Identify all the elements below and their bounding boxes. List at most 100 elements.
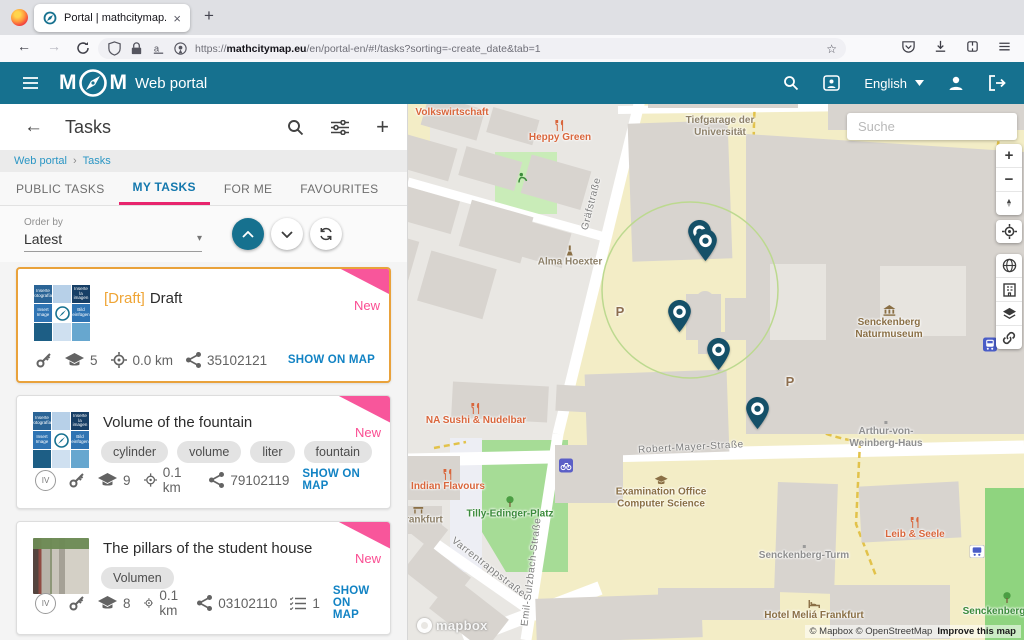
language-select[interactable]: English bbox=[864, 76, 924, 91]
tag: fountain bbox=[304, 441, 372, 463]
order-by-label: Order by bbox=[24, 217, 202, 228]
dropdown-caret-icon: ▾ bbox=[197, 233, 202, 244]
breadcrumb-current-link[interactable]: Tasks bbox=[83, 155, 111, 167]
shield-icon[interactable] bbox=[107, 41, 122, 56]
location-permission-icon[interactable] bbox=[173, 41, 188, 56]
layers-icon[interactable] bbox=[996, 301, 1022, 325]
share-icon bbox=[186, 352, 201, 368]
tab-close-icon[interactable]: × bbox=[173, 12, 181, 25]
url-bar[interactable]: a https://mathcitymap.eu/en/portal-en/#!… bbox=[98, 38, 846, 59]
order-by-select[interactable]: Order by Latest ▾ bbox=[24, 217, 202, 252]
browser-actions bbox=[901, 39, 1012, 54]
tab-my-tasks[interactable]: MY TASKS bbox=[119, 172, 210, 205]
link-icon[interactable] bbox=[996, 325, 1022, 349]
url-text[interactable]: https://mathcitymap.eu/en/portal-en/#!/t… bbox=[195, 43, 541, 55]
menu-icon[interactable] bbox=[997, 39, 1012, 54]
logo-letter: M bbox=[110, 71, 127, 95]
tab-for-me[interactable]: FOR ME bbox=[210, 172, 286, 205]
map-attribution: © Mapbox © OpenStreetMap Improve this ma… bbox=[805, 625, 1021, 638]
task-code: 03102110 bbox=[218, 596, 277, 611]
distance-value: 0.0 km bbox=[133, 353, 174, 368]
tag: volume bbox=[177, 441, 241, 463]
compass-icon bbox=[78, 68, 108, 98]
search-icon[interactable] bbox=[287, 119, 304, 136]
tilt-button[interactable]: ▲▼ bbox=[996, 191, 1022, 215]
sort-ascending-button[interactable] bbox=[232, 218, 264, 250]
mapbox-logo[interactable]: mapbox bbox=[417, 618, 488, 633]
firefox-icon[interactable] bbox=[11, 9, 28, 26]
show-on-map-link[interactable]: SHOW ON MAP bbox=[288, 354, 375, 366]
building-icon[interactable] bbox=[996, 277, 1022, 301]
filter-sliders-icon[interactable] bbox=[331, 120, 349, 135]
sort-row: Order by Latest ▾ bbox=[0, 206, 407, 262]
search-icon[interactable] bbox=[783, 75, 799, 91]
translate-icon[interactable]: a bbox=[151, 41, 166, 56]
map-pin[interactable] bbox=[745, 396, 770, 430]
task-card[interactable]: New Inserte Fotografías Inserte la image… bbox=[16, 395, 391, 509]
new-badge: New bbox=[354, 298, 380, 313]
improve-map-link[interactable]: Improve this map bbox=[937, 626, 1016, 637]
task-card[interactable]: New Inserte Fotografías Inserte la image… bbox=[16, 267, 391, 383]
locate-icon[interactable] bbox=[996, 220, 1022, 243]
grade-value: 5 bbox=[90, 353, 98, 368]
task-thumbnail: Inserte Fotografías Inserte la imagen In… bbox=[34, 285, 90, 341]
map-layer-controls bbox=[996, 254, 1022, 349]
checklist-icon bbox=[290, 597, 306, 610]
tab-public-tasks[interactable]: PUBLIC TASKS bbox=[2, 172, 119, 205]
crosshair-icon bbox=[111, 352, 127, 368]
map-pin[interactable] bbox=[693, 228, 718, 262]
panel-toolbar: ← Tasks + bbox=[0, 104, 407, 150]
key-icon bbox=[69, 472, 85, 488]
order-by-value: Latest bbox=[24, 231, 62, 247]
browser-tab[interactable]: Portal | mathcitymap.eu × bbox=[34, 4, 190, 32]
new-ribbon bbox=[337, 395, 391, 423]
zoom-in-button[interactable]: + bbox=[996, 144, 1022, 167]
back-arrow-icon[interactable]: ← bbox=[24, 116, 43, 138]
map-search-input[interactable] bbox=[847, 113, 1017, 140]
new-tab-button[interactable]: + bbox=[204, 6, 214, 26]
language-label: English bbox=[864, 76, 907, 91]
portal-title: Web portal bbox=[135, 75, 207, 92]
page-title: Tasks bbox=[65, 117, 111, 138]
breadcrumb-separator: › bbox=[73, 155, 77, 167]
tab-title: Portal | mathcitymap.eu bbox=[64, 12, 166, 24]
support-inbox-icon[interactable] bbox=[823, 75, 840, 91]
map-canvas[interactable] bbox=[408, 104, 1024, 640]
logout-icon[interactable] bbox=[988, 75, 1006, 91]
download-icon[interactable] bbox=[933, 39, 948, 54]
sort-descending-button[interactable] bbox=[271, 218, 303, 250]
lock-icon[interactable] bbox=[129, 41, 144, 56]
graduation-cap-icon bbox=[98, 473, 117, 487]
globe-icon[interactable] bbox=[996, 254, 1022, 277]
show-on-map-link[interactable]: SHOW ON MAP bbox=[302, 468, 376, 492]
add-task-button[interactable]: + bbox=[376, 116, 389, 138]
account-icon[interactable] bbox=[948, 75, 964, 91]
map-container: VolkswirtschaftHeppy GreenTiefgarage der… bbox=[408, 104, 1024, 640]
zoom-out-button[interactable]: − bbox=[996, 167, 1022, 191]
mapbox-icon bbox=[417, 618, 432, 633]
back-icon[interactable]: ← bbox=[17, 38, 31, 54]
forward-icon[interactable]: → bbox=[47, 38, 61, 54]
refresh-button[interactable] bbox=[310, 218, 342, 250]
task-card[interactable]: New The pillars of the student house Vol… bbox=[16, 521, 391, 635]
mcm-favicon bbox=[43, 11, 57, 25]
tag: cylinder bbox=[101, 441, 168, 463]
hamburger-menu-icon[interactable] bbox=[22, 76, 39, 90]
distance-value: 0.1 km bbox=[159, 588, 184, 618]
map-pin[interactable] bbox=[667, 299, 692, 333]
breadcrumb-home-link[interactable]: Web portal bbox=[14, 155, 67, 167]
show-on-map-link[interactable]: SHOW ON MAP bbox=[333, 585, 376, 621]
logo-letter: M bbox=[59, 71, 76, 95]
tab-favourites[interactable]: FAVOURITES bbox=[286, 172, 392, 205]
grade-value: 8 bbox=[123, 596, 131, 611]
pocket-icon[interactable] bbox=[901, 39, 916, 54]
crosshair-icon bbox=[144, 595, 154, 611]
task-meta: IV 9 0.1 km 79102119 SHOW ON MAP bbox=[35, 465, 376, 495]
reload-icon[interactable] bbox=[76, 41, 90, 55]
map-pin[interactable] bbox=[706, 337, 731, 371]
mcm-logo[interactable]: M M Web portal bbox=[59, 68, 207, 98]
browser-titlebar: Portal | mathcitymap.eu × + bbox=[0, 0, 1024, 35]
bookmark-star-icon[interactable]: ☆ bbox=[826, 42, 837, 56]
extensions-icon[interactable] bbox=[965, 39, 980, 54]
level-badge: IV bbox=[35, 593, 56, 614]
